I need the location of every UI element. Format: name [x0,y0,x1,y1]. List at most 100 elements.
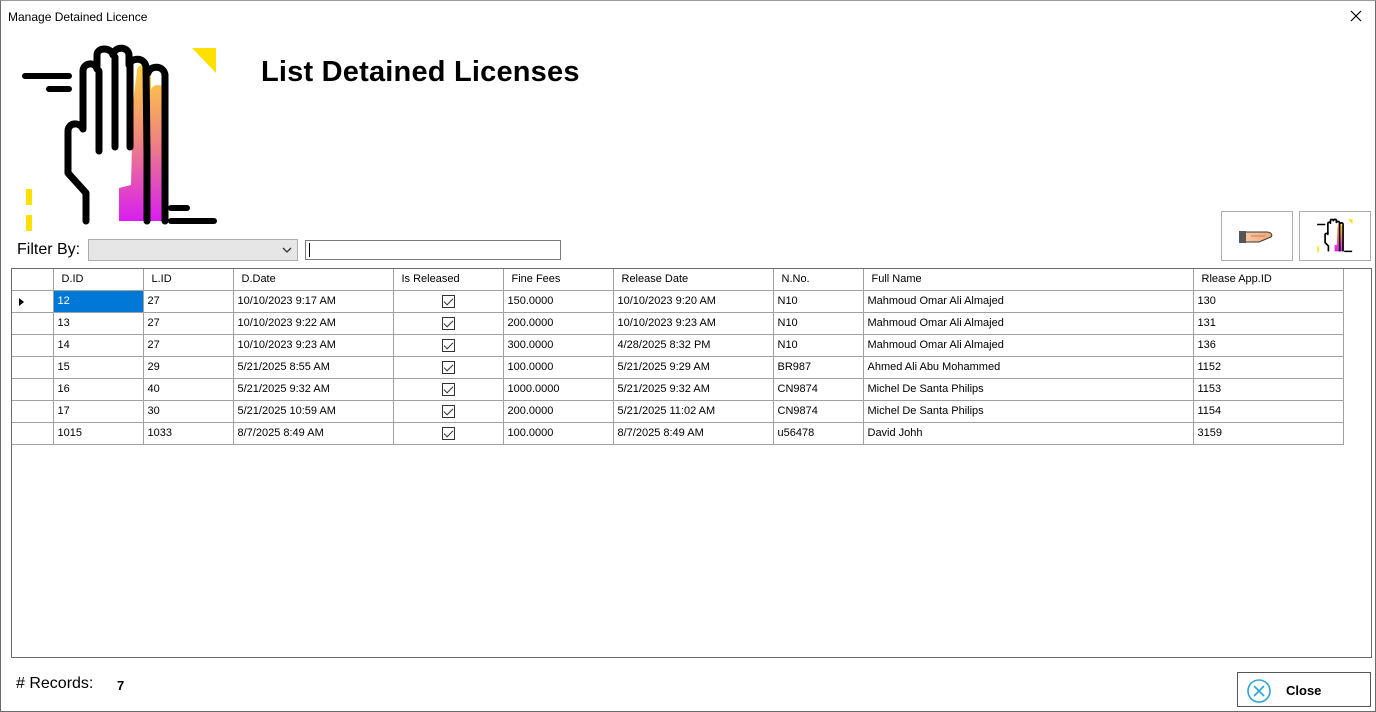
table-cell[interactable]: 131 [1192,311,1344,335]
table-cell[interactable]: 3159 [1192,421,1344,445]
table-cell[interactable]: David Johh [862,421,1194,445]
table-cell[interactable]: 17 [52,399,144,423]
table-row[interactable]: 1015 1033 8/7/2025 8:49 AM 100.0000 8/7/2025… [12,421,1344,445]
column-header[interactable]: D.Date [232,269,394,291]
table-cell[interactable]: 27 [142,333,234,357]
table-cell[interactable]: 40 [142,377,234,401]
checked-checkbox-icon[interactable] [441,426,455,440]
table-cell[interactable]: 27 [142,311,234,335]
checked-checkbox-icon[interactable] [441,294,455,308]
table-cell[interactable]: 150.0000 [502,289,614,313]
table-cell[interactable]: 14 [52,333,144,357]
table-cell[interactable]: 30 [142,399,234,423]
table-cell[interactable]: Michel De Santa Philips [862,377,1194,401]
is-released-checkbox-cell[interactable] [392,377,504,401]
table-cell[interactable]: N10 [772,311,864,335]
table-cell[interactable]: 100.0000 [502,421,614,445]
row-header[interactable] [12,333,54,357]
table-cell[interactable]: 8/7/2025 8:49 AM [232,421,394,445]
table-cell[interactable]: 8/7/2025 8:49 AM [612,421,774,445]
is-released-checkbox-cell[interactable] [392,289,504,313]
table-cell[interactable]: 1033 [142,421,234,445]
column-header[interactable]: Is Released [392,269,504,291]
table-cell[interactable]: 136 [1192,333,1344,357]
checked-checkbox-icon[interactable] [441,382,455,396]
table-cell[interactable]: Mahmoud Omar Ali Almajed [862,333,1194,357]
release-license-button[interactable] [1221,211,1293,261]
table-cell[interactable]: 100.0000 [502,355,614,379]
table-cell[interactable]: 5/21/2025 9:32 AM [612,377,774,401]
is-released-checkbox-cell[interactable] [392,421,504,445]
table-cell[interactable]: 5/21/2025 8:55 AM [232,355,394,379]
table-cell[interactable]: Ahmed Ali Abu Mohammed [862,355,1194,379]
table-row[interactable]: 16 40 5/21/2025 9:32 AM 1000.0000 5/21/2025 … [12,377,1344,401]
table-cell[interactable]: 4/28/2025 8:32 PM [612,333,774,357]
table-cell[interactable]: 12 [52,289,144,313]
table-cell[interactable]: 1152 [1192,355,1344,379]
checked-checkbox-icon[interactable] [441,360,455,374]
is-released-checkbox-cell[interactable] [392,355,504,379]
table-cell[interactable]: 5/21/2025 9:29 AM [612,355,774,379]
row-header[interactable] [12,377,54,401]
row-header[interactable] [12,311,54,335]
column-header[interactable]: L.ID [142,269,234,291]
checked-checkbox-icon[interactable] [441,316,455,330]
table-cell[interactable]: 16 [52,377,144,401]
table-cell[interactable]: u56478 [772,421,864,445]
row-header[interactable] [12,289,54,313]
table-cell[interactable]: 200.0000 [502,311,614,335]
is-released-checkbox-cell[interactable] [392,333,504,357]
table-cell[interactable]: BR987 [772,355,864,379]
table-cell[interactable]: 200.0000 [502,399,614,423]
table-cell[interactable]: Mahmoud Omar Ali Almajed [862,311,1194,335]
table-row[interactable]: 14 27 10/10/2023 9:23 AM 300.0000 4/28/2025 … [12,333,1344,357]
table-cell[interactable]: 5/21/2025 9:32 AM [232,377,394,401]
table-cell[interactable]: 300.0000 [502,333,614,357]
checked-checkbox-icon[interactable] [441,404,455,418]
table-cell[interactable]: 10/10/2023 9:22 AM [232,311,394,335]
table-cell[interactable]: CN9874 [772,399,864,423]
table-cell[interactable]: 10/10/2023 9:23 AM [612,311,774,335]
detain-license-button[interactable] [1299,211,1371,261]
table-cell[interactable]: 1154 [1192,399,1344,423]
table-cell[interactable]: 15 [52,355,144,379]
is-released-checkbox-cell[interactable] [392,399,504,423]
table-cell[interactable]: Michel De Santa Philips [862,399,1194,423]
close-button[interactable]: Close [1237,672,1371,707]
table-cell[interactable]: CN9874 [772,377,864,401]
column-header[interactable]: Fine Fees [502,269,614,291]
row-header[interactable] [12,421,54,445]
table-cell[interactable]: 1153 [1192,377,1344,401]
table-cell[interactable]: 5/21/2025 10:59 AM [232,399,394,423]
table-row[interactable]: 17 30 5/21/2025 10:59 AM 200.0000 5/21/2025 … [12,399,1344,423]
table-cell[interactable]: 1000.0000 [502,377,614,401]
row-header[interactable] [12,355,54,379]
column-header[interactable]: N.No. [772,269,864,291]
table-cell[interactable]: 5/21/2025 11:02 AM [612,399,774,423]
table-cell[interactable]: 10/10/2023 9:23 AM [232,333,394,357]
window-close-button[interactable] [1343,5,1369,27]
table-cell[interactable]: Mahmoud Omar Ali Almajed [862,289,1194,313]
table-cell[interactable]: 10/10/2023 9:20 AM [612,289,774,313]
table-cell[interactable]: 13 [52,311,144,335]
column-header[interactable]: D.ID [52,269,144,291]
table-row[interactable]: 12 27 10/10/2023 9:17 AM 150.0000 10/10/2023… [12,289,1344,313]
checked-checkbox-icon[interactable] [441,338,455,352]
table-row[interactable]: 13 27 10/10/2023 9:22 AM 200.0000 10/10/2023… [12,311,1344,335]
table-cell[interactable]: 130 [1192,289,1344,313]
table-cell[interactable]: 10/10/2023 9:17 AM [232,289,394,313]
is-released-checkbox-cell[interactable] [392,311,504,335]
table-row[interactable]: 15 29 5/21/2025 8:55 AM 100.0000 5/21/2025 9… [12,355,1344,379]
column-header[interactable]: Release Date [612,269,774,291]
table-cell[interactable]: N10 [772,333,864,357]
table-cell[interactable]: 1015 [52,421,144,445]
detained-licenses-grid[interactable]: D.ID L.ID D.Date Is Released Fine Fees R… [11,268,1372,658]
filter-by-select[interactable] [88,239,298,261]
column-header[interactable]: Rlease App.ID [1192,269,1344,291]
row-header[interactable] [12,399,54,423]
column-header[interactable]: Full Name [862,269,1194,291]
table-cell[interactable]: N10 [772,289,864,313]
table-cell[interactable]: 29 [142,355,234,379]
filter-text-input[interactable] [305,240,561,260]
table-cell[interactable]: 27 [142,289,234,313]
